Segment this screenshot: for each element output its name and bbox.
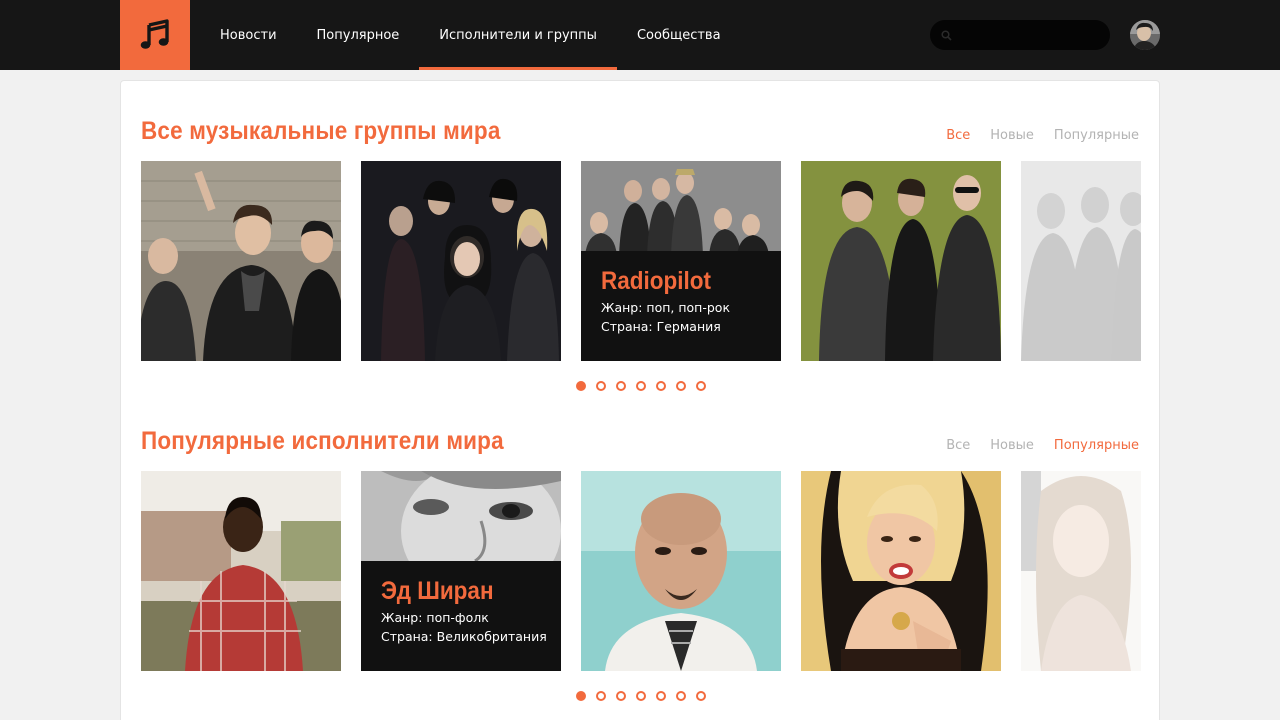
- band-card-highlighted[interactable]: Radiopilot Жанр: поп, поп-рок Страна: Ге…: [581, 161, 781, 361]
- band-card[interactable]: [801, 161, 1001, 361]
- bands-filter-all[interactable]: Все: [946, 128, 970, 143]
- pagination-dot[interactable]: [576, 381, 586, 391]
- band-card[interactable]: [361, 161, 561, 361]
- artists-carousel: Эд Ширан Жанр: поп-фолк Страна: Великобр…: [141, 471, 1141, 671]
- artist-photo: [581, 471, 781, 671]
- pagination-dot[interactable]: [656, 381, 666, 391]
- artist-card-partial[interactable]: [1021, 471, 1141, 671]
- search-input[interactable]: [958, 20, 1098, 50]
- user-avatar[interactable]: [1130, 20, 1160, 50]
- music-note-icon: [140, 19, 169, 49]
- bands-filter-tabs: Все Новые Популярные: [946, 128, 1139, 143]
- pagination-dot[interactable]: [596, 381, 606, 391]
- search-box[interactable]: [930, 20, 1110, 50]
- main-nav: Новости Популярное Исполнители и группы …: [200, 0, 741, 70]
- bands-filter-new[interactable]: Новые: [990, 128, 1034, 143]
- bands-carousel: Radiopilot Жанр: поп, поп-рок Страна: Ге…: [141, 161, 1141, 361]
- pagination-dot[interactable]: [636, 691, 646, 701]
- top-navigation-bar: Новости Популярное Исполнители и группы …: [0, 0, 1280, 70]
- band-photo: [141, 161, 341, 361]
- artist-info-overlay: Эд Ширан Жанр: поп-фолк Страна: Великобр…: [361, 561, 561, 671]
- pagination-dot[interactable]: [656, 691, 666, 701]
- artist-card[interactable]: [141, 471, 341, 671]
- artists-filter-new[interactable]: Новые: [990, 438, 1034, 453]
- pagination-dot[interactable]: [576, 691, 586, 701]
- artist-card-highlighted[interactable]: Эд Ширан Жанр: поп-фолк Страна: Великобр…: [361, 471, 561, 671]
- artists-filter-tabs: Все Новые Популярные: [946, 438, 1139, 453]
- artist-photo: [141, 471, 341, 671]
- artist-photo: [801, 471, 1001, 671]
- pagination-dot[interactable]: [636, 381, 646, 391]
- pagination-dot[interactable]: [616, 381, 626, 391]
- artists-filter-popular[interactable]: Популярные: [1054, 438, 1139, 453]
- artist-photo: [1021, 471, 1141, 671]
- nav-item-popular[interactable]: Популярное: [297, 0, 420, 70]
- band-photo: [361, 161, 561, 361]
- band-genre: Жанр: поп, поп-рок: [601, 300, 730, 315]
- band-info-overlay: Radiopilot Жанр: поп, поп-рок Страна: Ге…: [581, 251, 781, 361]
- band-name: Radiopilot: [601, 267, 711, 295]
- pagination-dot[interactable]: [676, 381, 686, 391]
- main-content-card: Все музыкальные группы мира Все Новые По…: [120, 80, 1160, 720]
- avatar-image: [1130, 20, 1160, 50]
- artist-card[interactable]: [581, 471, 781, 671]
- artists-filter-all[interactable]: Все: [946, 438, 970, 453]
- bands-carousel-pagination: [576, 381, 706, 391]
- section-title-artists: Популярные исполнители мира: [141, 427, 504, 455]
- nav-item-communities[interactable]: Сообщества: [617, 0, 741, 70]
- pagination-dot[interactable]: [596, 691, 606, 701]
- pagination-dot[interactable]: [676, 691, 686, 701]
- band-card[interactable]: [141, 161, 341, 361]
- nav-item-news[interactable]: Новости: [200, 0, 297, 70]
- section-title-bands: Все музыкальные группы мира: [141, 117, 501, 145]
- artist-card[interactable]: [801, 471, 1001, 671]
- band-card-partial[interactable]: [1021, 161, 1141, 361]
- artist-country: Страна: Великобритания: [381, 629, 547, 644]
- nav-item-artists-and-bands[interactable]: Исполнители и группы: [419, 0, 617, 70]
- bands-filter-popular[interactable]: Популярные: [1054, 128, 1139, 143]
- artists-carousel-pagination: [576, 691, 706, 701]
- artist-genre: Жанр: поп-фолк: [381, 610, 489, 625]
- search-icon: [941, 29, 952, 41]
- logo[interactable]: [120, 0, 190, 70]
- band-country: Страна: Германия: [601, 319, 721, 334]
- band-photo: [1021, 161, 1141, 361]
- pagination-dot[interactable]: [696, 381, 706, 391]
- band-photo: [801, 161, 1001, 361]
- artist-name: Эд Ширан: [381, 577, 494, 605]
- pagination-dot[interactable]: [616, 691, 626, 701]
- pagination-dot[interactable]: [696, 691, 706, 701]
